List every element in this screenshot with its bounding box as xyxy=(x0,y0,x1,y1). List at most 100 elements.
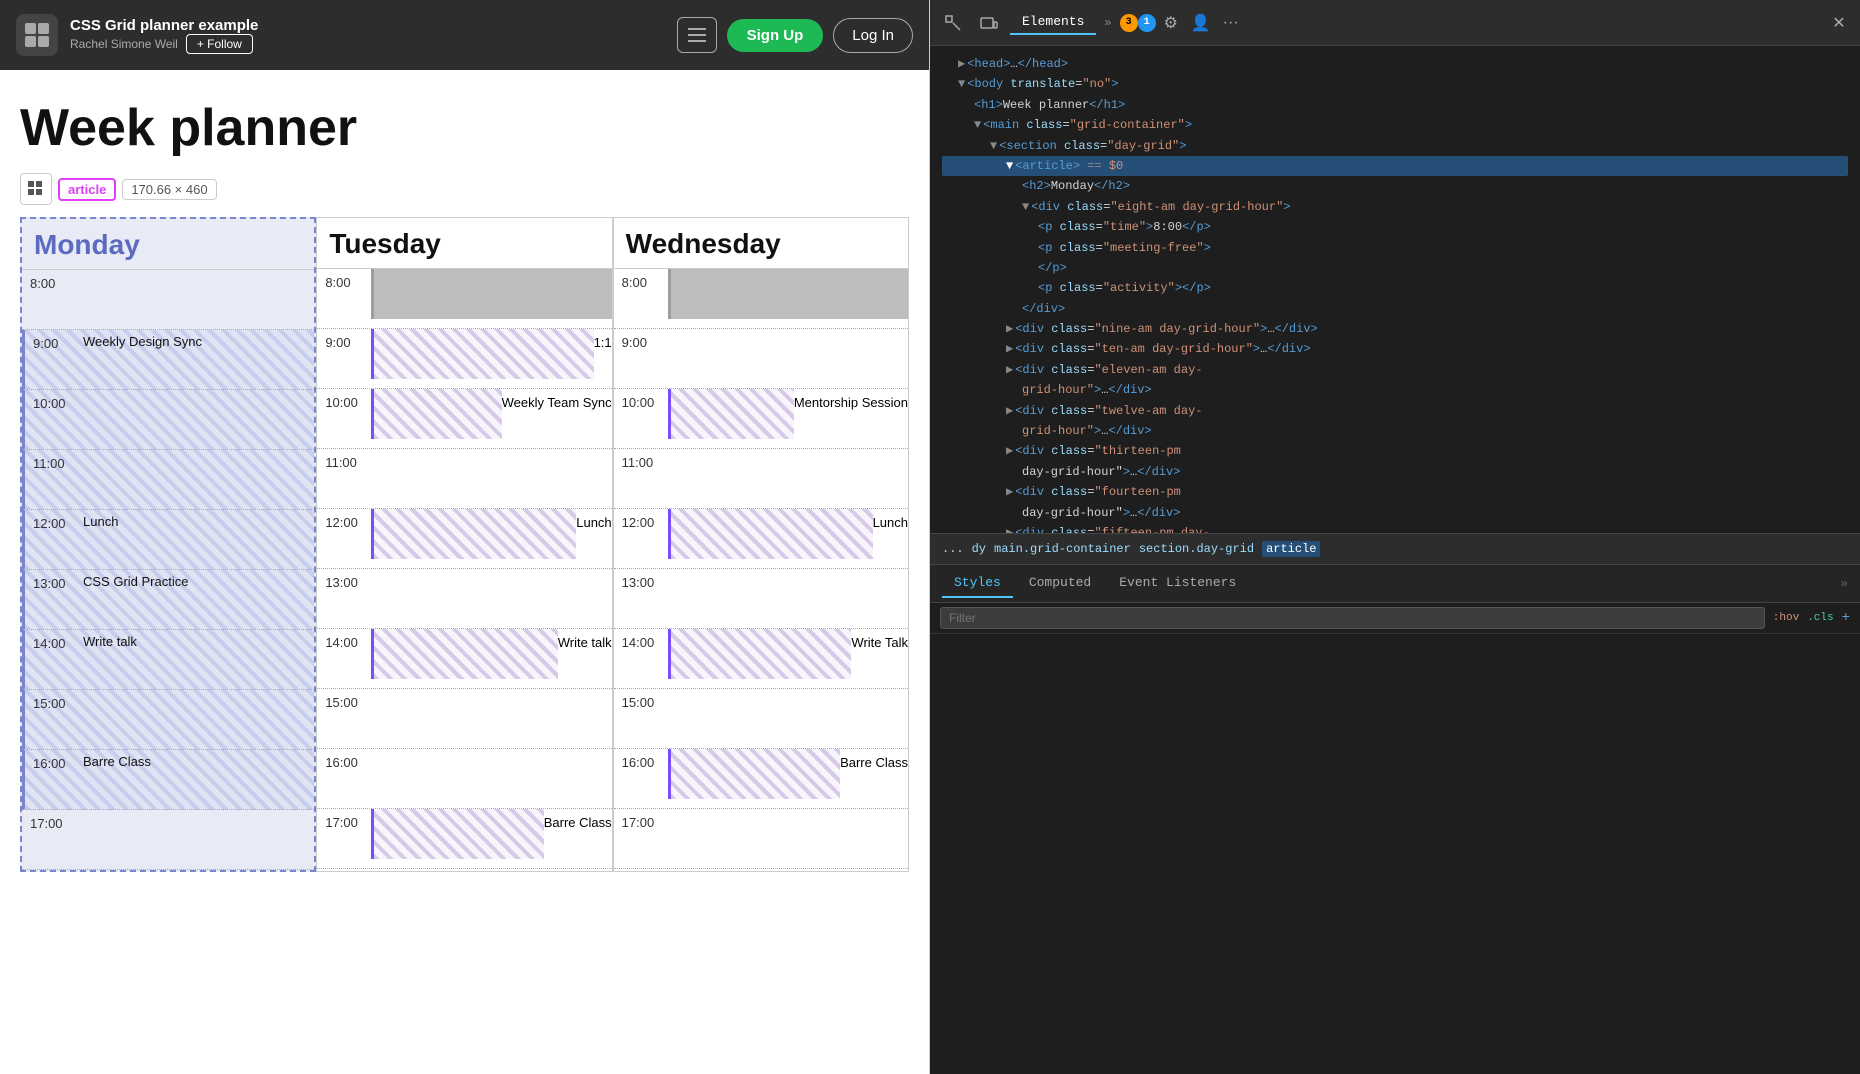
filter-hov[interactable]: :hov xyxy=(1773,612,1799,624)
browser-title: CSS Grid planner example xyxy=(70,17,665,34)
slot-activity xyxy=(371,509,576,559)
slot-tue-16: 16:00 xyxy=(317,749,611,809)
close-devtools-button[interactable]: ✕ xyxy=(1826,10,1852,36)
tab-more[interactable]: » xyxy=(1841,577,1848,591)
slot-text: Mentorship Session xyxy=(794,389,908,410)
inspect-element-button[interactable] xyxy=(938,8,968,38)
devtools-bottom-tabs: Styles Computed Event Listeners » xyxy=(930,565,1860,603)
tab-computed[interactable]: Computed xyxy=(1017,569,1103,598)
login-button[interactable]: Log In xyxy=(833,18,913,53)
slot-text: Barre Class xyxy=(840,749,908,770)
filter-input[interactable] xyxy=(940,607,1765,629)
expand-arrow[interactable]: ▶ xyxy=(958,54,965,74)
expand-arrow[interactable]: ▼ xyxy=(1022,197,1029,217)
breadcrumb-item-article[interactable]: article xyxy=(1262,541,1320,557)
slot-wed-15: 15:00 xyxy=(614,689,908,749)
dom-line: <p class="activity" ></p> xyxy=(942,278,1848,298)
hamburger-button[interactable] xyxy=(677,17,717,53)
dimension-text: 170.66 × 460 xyxy=(122,179,216,200)
tab-event-listeners[interactable]: Event Listeners xyxy=(1107,569,1248,598)
expand-arrow[interactable]: ▶ xyxy=(1006,401,1013,421)
toolbar-right: Sign Up Log In xyxy=(677,17,913,53)
slot-activity xyxy=(369,569,611,577)
breadcrumb-item-section[interactable]: section.day-grid xyxy=(1139,542,1254,556)
slot-activity: Barre Class xyxy=(77,750,314,773)
expand-arrow[interactable]: ▶ xyxy=(1006,441,1013,461)
time-label: 13:00 xyxy=(317,569,369,594)
time-label: 14:00 xyxy=(614,629,666,654)
slot-wed-8: 8:00 xyxy=(614,269,908,329)
more-options-button[interactable]: ··· xyxy=(1216,8,1246,38)
tab-styles[interactable]: Styles xyxy=(942,569,1013,598)
dom-line: ▶ <div class="fifteen-pm day- xyxy=(942,523,1848,533)
tab-elements[interactable]: Elements xyxy=(1010,10,1096,35)
day-column-wednesday: Wednesday 8:00 9:00 10:00 Mentorship Ses… xyxy=(613,217,909,872)
slot-activity xyxy=(668,389,794,439)
slot-tue-11: 11:00 xyxy=(317,449,611,509)
browser-panel: CSS Grid planner example Rachel Simone W… xyxy=(0,0,930,1074)
slot-activity xyxy=(369,749,611,757)
slot-tue-8: 8:00 xyxy=(317,269,611,329)
user-button[interactable]: 👤 xyxy=(1186,8,1216,38)
expand-arrow[interactable]: ▶ xyxy=(1006,360,1013,380)
slot-activity xyxy=(369,689,611,697)
slot-wed-9: 9:00 xyxy=(614,329,908,389)
time-label: 14:00 xyxy=(25,630,77,655)
expand-arrow[interactable]: ▶ xyxy=(1006,339,1013,359)
settings-button[interactable]: ⚙ xyxy=(1156,8,1186,38)
slot-activity xyxy=(77,690,314,698)
time-label: 9:00 xyxy=(614,329,666,354)
slot-activity xyxy=(668,269,908,319)
signup-button[interactable]: Sign Up xyxy=(727,19,824,52)
slot-mon-8: 8:00 xyxy=(22,270,314,330)
dom-line-selected[interactable]: ▼ <article> == $0 xyxy=(942,156,1848,176)
grid-icon xyxy=(20,173,52,205)
slot-activity xyxy=(77,390,314,398)
filter-plus[interactable]: + xyxy=(1842,610,1850,626)
slot-activity xyxy=(74,270,314,278)
time-label: 17:00 xyxy=(614,809,666,834)
slot-activity xyxy=(666,809,908,817)
expand-arrow[interactable]: ▼ xyxy=(990,136,997,156)
time-label: 11:00 xyxy=(25,450,77,475)
slot-tue-10: 10:00 Weekly Team Sync xyxy=(317,389,611,449)
time-label: 8:00 xyxy=(22,270,74,295)
dom-line: day-grid-hour" >…</div> xyxy=(942,503,1848,523)
breadcrumb-item-main[interactable]: main.grid-container xyxy=(994,542,1131,556)
dom-line: ▼ <section class="day-grid" > xyxy=(942,136,1848,156)
time-label: 17:00 xyxy=(317,809,369,834)
slot-activity xyxy=(666,449,908,457)
slot-activity xyxy=(369,449,611,457)
slot-wed-14: 14:00 Write Talk xyxy=(614,629,908,689)
slot-activity xyxy=(666,329,908,337)
dom-line: grid-hour" >…</div> xyxy=(942,421,1848,441)
responsive-design-button[interactable] xyxy=(974,8,1004,38)
time-label: 12:00 xyxy=(614,509,666,534)
slot-tue-14: 14:00 Write talk xyxy=(317,629,611,689)
expand-arrow[interactable]: ▼ xyxy=(1006,156,1013,176)
expand-arrow[interactable]: ▶ xyxy=(1006,319,1013,339)
author-name: Rachel Simone Weil xyxy=(70,37,178,51)
time-label: 14:00 xyxy=(317,629,369,654)
follow-button[interactable]: + Follow xyxy=(186,34,253,54)
tab-more-button[interactable]: » xyxy=(1096,12,1119,34)
expand-arrow[interactable]: ▶ xyxy=(1006,482,1013,502)
slot-mon-12: 12:00 Lunch xyxy=(22,510,314,570)
warning-badge: 3 xyxy=(1120,14,1138,32)
expand-arrow[interactable]: ▶ xyxy=(1006,523,1013,533)
week-grid: Monday 8:00 9:00 Weekly Design Sync 10:0… xyxy=(20,217,909,872)
page-title: Week planner xyxy=(20,100,909,157)
devtools-breadcrumb: ... dy main.grid-container section.day-g… xyxy=(930,533,1860,565)
expand-arrow[interactable]: ▼ xyxy=(974,115,981,135)
filter-cls[interactable]: .cls xyxy=(1807,612,1833,624)
dom-line: ▶ <head>…</head> xyxy=(942,54,1848,74)
slot-activity: Lunch xyxy=(77,510,314,533)
slot-activity: Weekly Design Sync xyxy=(77,330,314,353)
slot-tue-15: 15:00 xyxy=(317,689,611,749)
slot-text: Barre Class xyxy=(544,809,612,830)
breadcrumb-item-body[interactable]: dy xyxy=(972,542,986,556)
expand-arrow[interactable]: ▼ xyxy=(958,74,965,94)
slot-activity xyxy=(666,569,908,577)
dom-line: ▶ <div class="twelve-am day- xyxy=(942,401,1848,421)
slot-wed-11: 11:00 xyxy=(614,449,908,509)
